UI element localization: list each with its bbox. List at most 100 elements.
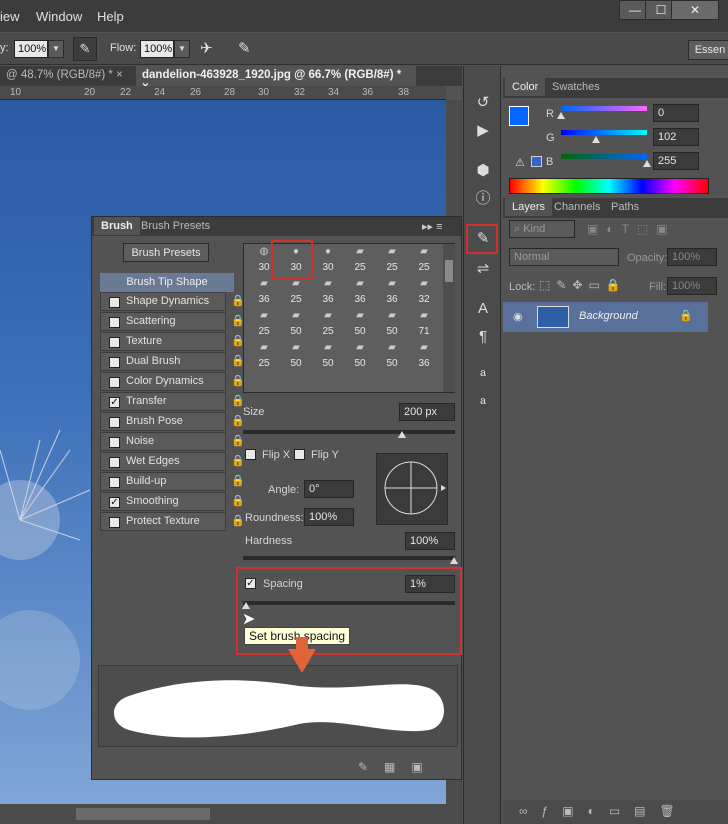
fill-input[interactable]: 100% — [667, 277, 717, 295]
b-slider[interactable] — [561, 154, 647, 159]
brush-option-build-up[interactable]: Build-up 🔒 — [100, 472, 245, 491]
paragraph-icon[interactable]: ¶ — [472, 326, 494, 348]
brush-tip-icon[interactable]: ▰ — [408, 246, 440, 262]
layer-filter-icons[interactable]: ▣◐T⬚▣ — [587, 222, 676, 236]
paragraph-styles-icon[interactable]: ª — [472, 394, 494, 416]
spacing-checkbox[interactable]: ✓ — [245, 578, 256, 589]
option-checkbox[interactable] — [109, 317, 120, 328]
r-slider[interactable] — [561, 106, 647, 111]
layers-footer-icons[interactable]: ∞ƒ▣◐▭▤🗑 — [503, 800, 728, 824]
size-input[interactable]: 200 px — [399, 403, 455, 421]
r-slider-handle[interactable] — [557, 112, 565, 119]
tip-grid-thumb[interactable] — [445, 260, 453, 282]
option-checkbox[interactable] — [109, 477, 120, 488]
brush-tip-icon[interactable]: ▰ — [376, 246, 408, 262]
tab-paths[interactable]: Paths — [604, 198, 646, 216]
airbrush-pressure-icon[interactable]: ✎ — [73, 37, 97, 61]
brush-option-brush-pose[interactable]: Brush Pose 🔒 — [100, 412, 245, 431]
brush-tip-icon[interactable]: ▰ — [280, 278, 312, 294]
clone-source-icon[interactable]: ⇌ — [472, 258, 494, 280]
panel-menu-icon[interactable]: ▸▸ ≡ — [422, 220, 443, 233]
workspace-button[interactable]: Essen — [688, 40, 728, 60]
brush-tip-icon[interactable]: ▰ — [408, 278, 440, 294]
angle-roundness-preview[interactable] — [376, 453, 448, 525]
option-checkbox[interactable] — [109, 337, 120, 348]
option-checkbox[interactable]: ✓ — [109, 497, 120, 508]
tab-channels[interactable]: Channels — [547, 198, 607, 216]
brush-option-color-dynamics[interactable]: Color Dynamics 🔒 — [100, 372, 245, 391]
flow-dropdown[interactable]: ▼ — [174, 40, 190, 58]
layer-name[interactable]: Background — [579, 310, 638, 322]
brush-option-scattering[interactable]: Scattering 🔒 — [100, 312, 245, 331]
character-styles-icon[interactable]: ª — [472, 366, 494, 388]
brush-option-noise[interactable]: Noise 🔒 — [100, 432, 245, 451]
flip-x-checkbox[interactable] — [245, 449, 256, 460]
option-lock-icon[interactable]: 🔒 — [231, 494, 247, 510]
brush-tip-icon[interactable]: ▰ — [280, 342, 312, 358]
hardness-slider-handle[interactable] — [450, 557, 458, 564]
brush-tip-icon[interactable]: ▰ — [344, 246, 376, 262]
spacing-input[interactable]: 1% — [405, 575, 455, 593]
layer-opacity-input[interactable]: 100% — [667, 248, 717, 266]
roundness-input[interactable]: 100% — [304, 508, 354, 526]
tab-layers[interactable]: Layers — [505, 198, 553, 216]
brush-tip-icon[interactable]: ▰ — [408, 342, 440, 358]
brush-tip-icon[interactable]: ▰ — [248, 310, 280, 326]
brush-presets-button[interactable]: Brush Presets — [123, 243, 209, 262]
brush-option-smoothing[interactable]: ✓ Smoothing 🔒 — [100, 492, 245, 511]
r-input[interactable]: 0 — [653, 104, 699, 122]
brush-option-protect-texture[interactable]: Protect Texture 🔒 — [100, 512, 245, 531]
visibility-eye-icon[interactable]: ◉ — [513, 310, 523, 323]
option-checkbox[interactable]: ✓ — [109, 397, 120, 408]
tab-brush[interactable]: Brush — [94, 217, 140, 235]
option-checkbox[interactable] — [109, 517, 120, 528]
brush-option-shape-dynamics[interactable]: Shape Dynamics 🔒 — [100, 292, 245, 311]
option-checkbox[interactable] — [109, 437, 120, 448]
menu-help[interactable]: Help — [97, 9, 124, 24]
size-pressure-icon[interactable]: ✎ — [238, 39, 251, 57]
brush-option-wet-edges[interactable]: Wet Edges 🔒 — [100, 452, 245, 471]
angle-input[interactable]: 0° — [304, 480, 354, 498]
doc-tab-1[interactable]: @ 48.7% (RGB/8#) * × — [0, 66, 136, 86]
gamut-swatch[interactable] — [531, 156, 542, 167]
menu-window[interactable]: Window — [36, 9, 82, 24]
option-lock-icon[interactable]: 🔒 — [231, 434, 247, 450]
brush-tip-icon[interactable]: ▰ — [248, 278, 280, 294]
menu-view[interactable]: iew — [0, 9, 20, 24]
history-icon[interactable]: ↺ — [472, 92, 494, 114]
brush-tip-icon[interactable]: ▰ — [376, 342, 408, 358]
brush-tip-icon[interactable]: ▰ — [344, 278, 376, 294]
tab-color[interactable]: Color — [505, 78, 546, 96]
b-slider-handle[interactable] — [643, 160, 651, 167]
b-input[interactable]: 255 — [653, 152, 699, 170]
info-icon[interactable]: ⓘ — [472, 188, 494, 210]
size-slider-handle[interactable] — [398, 431, 406, 438]
flip-y-checkbox[interactable] — [294, 449, 305, 460]
filter-kind-select[interactable]: ⌕ Kind — [509, 220, 575, 238]
brush-tip-icon[interactable]: ▰ — [344, 310, 376, 326]
layer-row-background[interactable]: ◉ Background 🔒 — [503, 302, 708, 332]
brush-tip-grid[interactable]: ◍ 30 ● 30 ● 30 ▰ 25 ▰ 25 ▰ 25 ▰ 36 ▰ 25 ▰ 36 ▰ 36 ▰ 36 ▰ 32 ▰ 25 ▰… — [243, 240, 455, 393]
option-checkbox[interactable] — [109, 297, 120, 308]
opacity-dropdown[interactable]: ▼ — [48, 40, 64, 58]
scroll-thumb[interactable] — [76, 808, 210, 820]
foreground-color-swatch[interactable] — [509, 106, 529, 126]
out-of-gamut-icon[interactable]: ⚠ — [515, 156, 525, 169]
g-slider[interactable] — [561, 130, 647, 135]
brush-tip-icon[interactable]: ▰ — [312, 278, 344, 294]
actions-play-icon[interactable]: ▶ — [472, 120, 494, 142]
spacing-slider-handle[interactable] — [242, 602, 250, 609]
brush-tip-icon[interactable]: ▰ — [312, 310, 344, 326]
tab-brush-presets[interactable]: Brush Presets — [134, 217, 217, 235]
brush-panel-icon[interactable]: ✎ — [472, 228, 494, 250]
close-button[interactable]: ✕ — [671, 0, 719, 20]
brush-footer-icons[interactable]: ✎▦▣ — [358, 760, 439, 774]
brush-tip-icon[interactable]: ▰ — [376, 278, 408, 294]
brush-tip-icon[interactable]: ▰ — [376, 310, 408, 326]
g-slider-handle[interactable] — [592, 136, 600, 143]
brush-option-dual-brush[interactable]: Dual Brush 🔒 — [100, 352, 245, 371]
g-input[interactable]: 102 — [653, 128, 699, 146]
option-checkbox[interactable] — [109, 457, 120, 468]
brush-tip-icon[interactable]: ▰ — [280, 310, 312, 326]
option-checkbox[interactable] — [109, 357, 120, 368]
